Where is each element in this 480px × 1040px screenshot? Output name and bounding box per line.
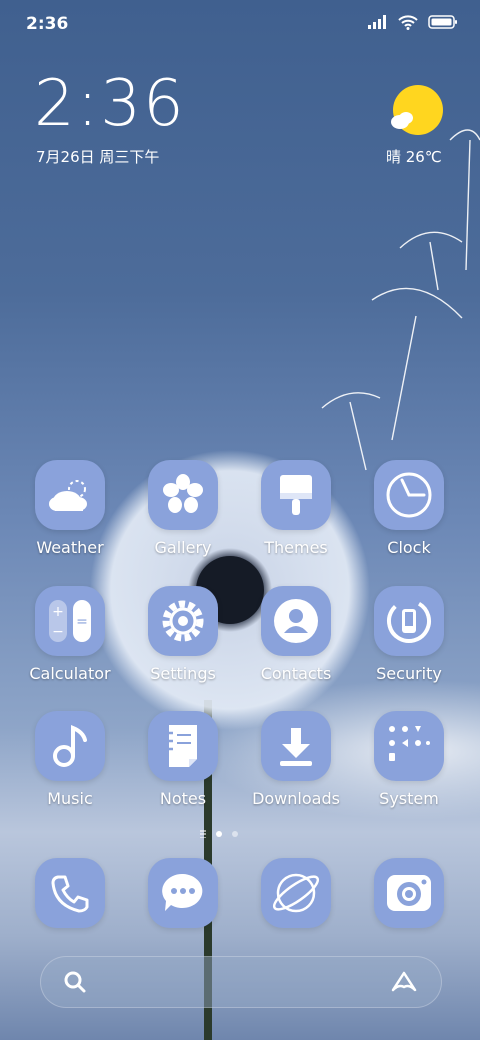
paint-brush-icon — [261, 460, 331, 530]
app-weather[interactable]: Weather — [15, 460, 125, 570]
weather-widget-text: 晴 26℃ — [386, 148, 442, 166]
status-bar-time: 2:36 — [26, 14, 69, 34]
system-tools-icon — [374, 711, 444, 781]
search-icon[interactable] — [63, 970, 87, 994]
app-label-security: Security — [376, 664, 442, 683]
gallery-flower-icon — [148, 460, 218, 530]
page-indicator-list-icon[interactable] — [200, 830, 206, 838]
dock-browser-button[interactable] — [261, 858, 331, 928]
signal-icon — [368, 15, 386, 29]
app-contacts[interactable]: Contacts — [241, 586, 351, 696]
clock-icon — [374, 460, 444, 530]
svg-text:=: = — [76, 614, 88, 630]
security-icon — [374, 586, 444, 656]
app-label-downloads: Downloads — [252, 789, 340, 808]
app-label-system: System — [379, 789, 439, 808]
app-label-contacts: Contacts — [260, 664, 332, 683]
download-icon — [261, 711, 331, 781]
app-security[interactable]: Security — [354, 586, 464, 696]
app-label-clock: Clock — [387, 538, 431, 557]
browser-planet-icon — [272, 873, 320, 913]
assistant-icon[interactable] — [389, 970, 419, 994]
clock-widget-date: 7月26日 周三下午 — [36, 148, 160, 166]
app-label-calculator: Calculator — [29, 664, 111, 683]
app-label-gallery: Gallery — [154, 538, 212, 557]
app-label-notes: Notes — [159, 789, 207, 808]
svg-text:−: − — [52, 624, 64, 640]
app-system[interactable]: System — [354, 711, 464, 821]
page-dot[interactable] — [232, 831, 238, 837]
app-label-music: Music — [47, 789, 93, 808]
dock-phone-button[interactable] — [35, 858, 105, 928]
dock-camera-button[interactable] — [374, 858, 444, 928]
clock-widget-time[interactable]: 2:36 — [34, 72, 186, 136]
music-note-icon — [35, 711, 105, 781]
app-downloads[interactable]: Downloads — [241, 711, 351, 821]
page-dot-active[interactable] — [216, 831, 222, 837]
contact-person-icon — [261, 586, 331, 656]
weather-icon — [35, 460, 105, 530]
gear-icon — [148, 586, 218, 656]
calculator-icon: + − = — [35, 586, 105, 656]
app-clock[interactable]: Clock — [354, 460, 464, 570]
app-gallery[interactable]: Gallery — [128, 460, 238, 570]
search-bar[interactable] — [40, 956, 442, 1008]
weather-widget[interactable] — [384, 84, 454, 140]
app-label-settings: Settings — [150, 664, 216, 683]
app-themes[interactable]: Themes — [241, 460, 351, 570]
camera-icon — [387, 875, 431, 911]
app-settings[interactable]: Settings — [128, 586, 238, 696]
page-indicator — [200, 830, 238, 838]
svg-text:+: + — [52, 604, 64, 620]
status-bar-icons — [368, 14, 458, 30]
app-label-themes: Themes — [264, 538, 328, 557]
app-label-weather: Weather — [36, 538, 104, 557]
notes-icon — [148, 711, 218, 781]
app-calculator[interactable]: + − = Calculator — [15, 586, 125, 696]
wifi-icon — [398, 15, 418, 30]
phone-icon — [51, 875, 89, 913]
sun-cloud-icon — [391, 85, 443, 135]
app-notes[interactable]: Notes — [128, 711, 238, 821]
battery-icon — [428, 15, 457, 29]
message-icon — [162, 873, 203, 911]
app-music[interactable]: Music — [15, 711, 125, 821]
dock-messages-button[interactable] — [148, 858, 218, 928]
